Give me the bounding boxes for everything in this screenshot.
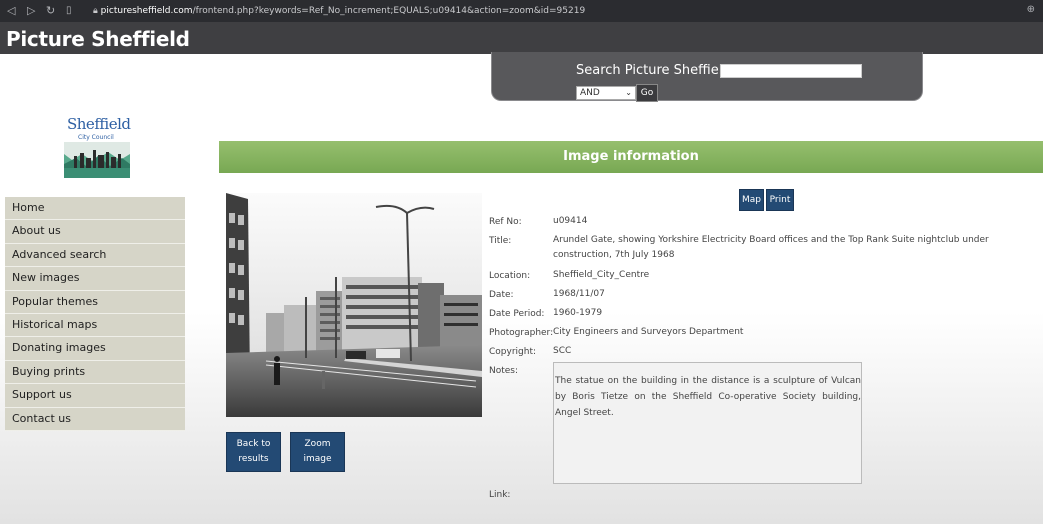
council-logo[interactable]: Sheffield City Council bbox=[60, 112, 134, 180]
site-header: Picture Sheffield bbox=[0, 22, 1043, 54]
zoom-image-button[interactable]: Zoom image bbox=[290, 432, 345, 472]
lock-icon: 🔒︎ bbox=[93, 6, 98, 16]
archive-photo[interactable] bbox=[226, 193, 482, 417]
photographer-value: City Engineers and Surveyors Department bbox=[553, 327, 744, 337]
logo-text: Sheffield bbox=[67, 115, 131, 133]
ref-no-label: Ref No: bbox=[489, 217, 522, 227]
link-label: Link: bbox=[489, 490, 511, 500]
copyright-value: SCC bbox=[553, 346, 572, 356]
map-button[interactable]: Map bbox=[739, 189, 764, 211]
sidebar-item-home[interactable]: Home bbox=[5, 197, 185, 221]
sidebar-item-donating-images[interactable]: Donating images bbox=[5, 337, 185, 361]
copyright-label: Copyright: bbox=[489, 347, 537, 357]
search-input[interactable] bbox=[720, 64, 862, 78]
notes-textarea[interactable]: The statue on the building in the distan… bbox=[553, 362, 862, 484]
url-host: picturesheffield.com bbox=[100, 6, 193, 16]
logo-subtext: City Council bbox=[78, 134, 114, 141]
date-label: Date: bbox=[489, 290, 514, 300]
sidebar-item-support-us[interactable]: Support us bbox=[5, 384, 185, 408]
logo-skyline-icon bbox=[64, 142, 130, 178]
back-to-results-button[interactable]: Back to results bbox=[226, 432, 281, 472]
ref-no-value: u09414 bbox=[553, 216, 588, 226]
sidebar-item-historical-maps[interactable]: Historical maps bbox=[5, 313, 185, 338]
reload-icon[interactable]: ↻ bbox=[46, 4, 55, 18]
location-value: Sheffield_City_Centre bbox=[553, 270, 650, 280]
site-title[interactable]: Picture Sheffield bbox=[6, 27, 190, 51]
chevron-down-icon: ⌄ bbox=[625, 88, 632, 97]
print-button[interactable]: Print bbox=[766, 189, 794, 211]
date-value: 1968/11/07 bbox=[553, 289, 605, 299]
notes-label: Notes: bbox=[489, 366, 519, 376]
title-value: Arundel Gate, showing Yorkshire Electric… bbox=[553, 235, 989, 260]
date-period-label: Date Period: bbox=[489, 309, 545, 319]
image-information-heading: Image information bbox=[219, 141, 1043, 173]
search-panel: Search Picture Sheffield AND ⌄ Go bbox=[491, 52, 923, 102]
sidebar-item-popular-themes[interactable]: Popular themes bbox=[5, 290, 185, 314]
sidebar-nav: Home About us Advanced search New images… bbox=[5, 197, 185, 431]
back-arrow-icon[interactable]: ◁ bbox=[7, 4, 15, 18]
search-label: Search Picture Sheffield bbox=[576, 63, 731, 78]
sidebar-item-new-images[interactable]: New images bbox=[5, 267, 185, 291]
address-bar[interactable]: 🔒︎ picturesheffield.com/frontend.php?key… bbox=[93, 5, 585, 17]
date-period-value: 1960-1979 bbox=[553, 308, 603, 318]
forward-arrow-icon[interactable]: ▷ bbox=[27, 4, 35, 18]
go-button[interactable]: Go bbox=[636, 84, 658, 102]
sidebar-item-about-us[interactable]: About us bbox=[5, 220, 185, 244]
browser-toolbar: ◁ ▷ ↻ ▯ 🔒︎ picturesheffield.com/frontend… bbox=[0, 0, 1043, 22]
location-label: Location: bbox=[489, 271, 531, 281]
operator-value: AND bbox=[580, 88, 600, 98]
zoom-icon[interactable]: ⊕ bbox=[1027, 4, 1035, 15]
title-label: Title: bbox=[489, 236, 512, 246]
operator-select[interactable]: AND ⌄ bbox=[576, 86, 636, 100]
sidebar-item-advanced-search[interactable]: Advanced search bbox=[5, 243, 185, 268]
photographer-label: Photographer: bbox=[489, 328, 554, 338]
url-path: /frontend.php?keywords=Ref_No_increment;… bbox=[192, 6, 586, 16]
sidebar-item-contact-us[interactable]: Contact us bbox=[5, 407, 185, 431]
sidebar-item-buying-prints[interactable]: Buying prints bbox=[5, 360, 185, 385]
bookmark-icon[interactable]: ▯ bbox=[66, 4, 72, 18]
